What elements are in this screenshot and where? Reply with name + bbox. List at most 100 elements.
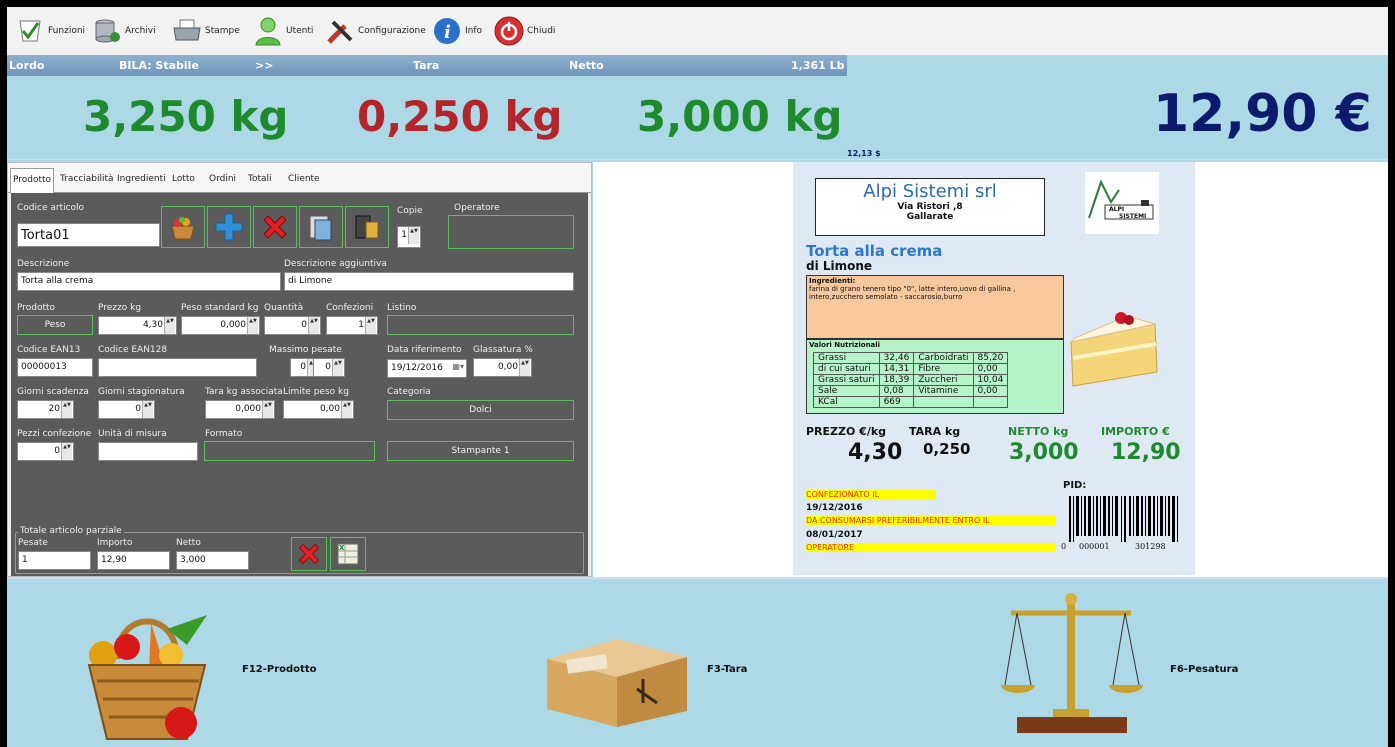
tab-ingredienti[interactable]: Ingredienti [115,168,168,193]
giorni-scadenza-label: Giorni scadenza [17,387,89,397]
document-icon [309,215,332,241]
glassatura-label: Glassatura % [473,345,533,355]
prodotto-function-label[interactable]: F12-Prodotto [242,664,317,675]
checkmark-icon [15,16,45,46]
prodotto-function-button[interactable] [67,599,227,744]
descrizione-input[interactable]: Torta alla crema [17,272,281,291]
giorni-scadenza-stepper[interactable]: 20 [17,400,74,419]
tara-function-button[interactable] [537,629,697,729]
company-name: Alpi Sistemi srl [863,181,997,202]
importo-value: 12,90 [1111,440,1181,465]
unita-misura-input[interactable] [98,442,198,461]
confezioni-stepper[interactable]: 1 [326,316,378,335]
funzioni-button[interactable]: Funzioni [15,15,85,47]
operatore-field[interactable] [448,215,574,249]
spreadsheet-icon: X [337,543,359,565]
tab-lotto[interactable]: Lotto [170,168,197,193]
tab-ordini[interactable]: Ordini [207,168,238,193]
label-product-name: Torta alla crema [806,242,943,260]
pezzi-confezione-stepper[interactable]: 0 [17,442,74,461]
svg-text:SISTEMI: SISTEMI [1119,213,1146,220]
giorni-stagionatura-label: Giorni stagionatura [98,387,185,397]
product-panel: Prodotto Tracciabilità Ingredienti Lotto… [7,162,592,577]
data-riferimento-label: Data riferimento [387,345,462,355]
tara-function-label[interactable]: F3-Tara [707,664,747,675]
tara-associata-stepper[interactable]: 0,000 [205,400,275,419]
descrizione-aggiuntiva-input[interactable]: di Limone [284,272,574,291]
copie-stepper[interactable]: 1 [397,226,421,248]
data-riferimento-picker[interactable]: 19/12/2016 ▦▾ [387,359,467,378]
listino-field[interactable] [387,315,574,335]
nutrition-table: Grassi 32,46 Carboidrati 85,20 di cui satur… [813,352,1009,408]
info-button[interactable]: i Info [432,15,482,47]
nutrition-row: Grassi 32,46 Carboidrati 85,20 [813,352,1009,364]
nutrition-title: Valori Nutrizionali [809,341,881,349]
prodotto-type-button[interactable]: Peso [17,315,93,335]
toolbar-label: Info [465,26,483,36]
utenti-button[interactable]: Utenti [253,15,313,47]
quantita-label: Quantità [264,303,304,313]
prezzo-value: 4,30 [848,440,903,465]
ean13-input[interactable]: 00000013 [17,358,93,377]
user-icon [253,16,283,46]
categoria-field[interactable]: Dolci [387,400,574,420]
nutrition-row: KCal 669 [813,396,1009,408]
svg-text:ALPI: ALPI [1109,206,1124,213]
basket-button[interactable] [161,206,205,248]
prezzo-kg-label: Prezzo kg [98,303,142,313]
configurazione-button[interactable]: Configurazione [325,15,426,47]
netto-header: NETTO kg [1008,425,1069,438]
netto-value: 3,000 kg [637,92,843,141]
info-icon: i [432,16,462,46]
quantita-stepper[interactable]: 0 [264,316,321,335]
pesatura-function-label[interactable]: F6-Pesatura [1170,664,1238,675]
tab-tracciabilita[interactable]: Tracciabilità [58,168,116,193]
app-window: Funzioni Archivi Stampe Utenti Configura… [7,7,1388,747]
calendar-dropdown-icon[interactable]: ▦▾ [452,362,464,371]
tab-cliente[interactable]: Cliente [286,168,322,193]
data-riferimento-value: 19/12/2016 [391,363,443,373]
tab-prodotto[interactable]: Prodotto [10,168,55,193]
giorni-stagionatura-stepper[interactable]: 0 [98,400,155,419]
scale-icon [1001,593,1143,733]
codice-articolo-input[interactable]: Torta01 [17,223,160,247]
codice-articolo-label: Codice articolo [17,203,85,213]
copy-button[interactable] [299,206,343,248]
archivi-button[interactable]: Archivi [92,15,156,47]
add-button[interactable] [207,206,251,248]
svg-text:i: i [444,22,451,43]
scale-status-bar: Lordo BILA: Stabile >> Tara Netto 1,361 … [7,55,847,76]
stampante-field[interactable]: Stampante 1 [387,441,574,461]
price-total: 12,90 € [1153,84,1372,144]
descrizione-aggiuntiva-label: Descrizione aggiuntiva [284,259,387,269]
glassatura-stepper[interactable]: 0,00 [473,358,532,377]
delete-button[interactable] [253,206,297,248]
clear-partial-button[interactable] [291,537,327,571]
nutrition-box: Valori Nutrizionali Grassi 32,46 Carboidra… [806,339,1064,414]
toolbar-label: Archivi [125,26,156,36]
formato-field[interactable] [204,441,375,461]
massimo-pesate-stepper-2[interactable]: 0 [313,358,345,377]
scadenza-date: 08/01/2017 [806,530,863,540]
company-box: Alpi Sistemi srl Via Ristori ,8 Gallarat… [815,178,1045,236]
tab-totali[interactable]: Totali [246,168,274,193]
limite-peso-stepper[interactable]: 0,00 [283,400,354,419]
pounds-readout: 1,361 Lb [791,59,845,72]
export-button[interactable] [345,206,389,248]
stampe-button[interactable]: Stampe [172,15,240,47]
peso-standard-stepper[interactable]: 0,000 [181,316,260,335]
export-partial-button[interactable]: X [330,537,366,571]
cake-image [1065,302,1165,392]
pesatura-function-button[interactable] [997,589,1147,739]
peso-standard-label: Peso standard kg [181,303,259,313]
tab-bar: Prodotto Tracciabilità Ingredienti Lotto… [8,163,591,193]
importo-header: IMPORTO € [1101,425,1170,438]
ean128-input[interactable] [98,358,257,377]
tara-associata-label: Tara kg associata [205,387,283,397]
toolbar: Funzioni Archivi Stampe Utenti Configura… [7,7,1388,55]
scadenza-label: DA CONSUMARSI PREFERIBILMENTE ENTRO IL [806,516,1056,525]
chiudi-button[interactable]: Chiudi [494,15,555,47]
ean13-label: Codice EAN13 [17,345,81,355]
tara-value: 0,250 kg [357,92,563,141]
prezzo-kg-stepper[interactable]: 4,30 [98,316,177,335]
